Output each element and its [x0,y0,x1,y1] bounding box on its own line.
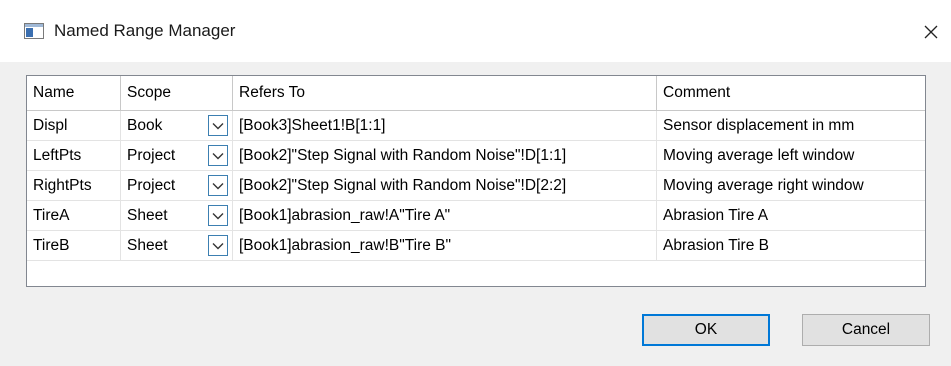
chevron-down-icon [212,212,224,219]
close-icon [924,25,938,39]
scope-dropdown[interactable] [208,145,228,166]
refers-to-cell[interactable]: [Book2]"Step Signal with Random Noise"!D… [233,171,657,201]
close-button[interactable] [911,14,951,50]
cancel-button[interactable]: Cancel [802,314,930,346]
named-range-table: Name Scope Refers To Comment Displ Book … [26,75,926,287]
comment-cell[interactable]: Abrasion Tire A [657,201,925,231]
refers-to-cell[interactable]: [Book1]abrasion_raw!B"Tire B" [233,231,657,261]
refers-to-cell[interactable]: [Book3]Sheet1!B[1:1] [233,111,657,141]
scope-dropdown[interactable] [208,205,228,226]
scope-dropdown[interactable] [208,115,228,136]
name-cell[interactable]: Displ [27,111,121,141]
refers-to-cell[interactable]: [Book1]abrasion_raw!A"Tire A" [233,201,657,231]
column-header-scope[interactable]: Scope [121,76,233,111]
name-cell[interactable]: RightPts [27,171,121,201]
column-header-comment[interactable]: Comment [657,76,925,111]
chevron-down-icon [212,182,224,189]
scope-dropdown[interactable] [208,175,228,196]
scope-cell[interactable]: Project [121,141,233,171]
ok-button[interactable]: OK [642,314,770,346]
name-cell[interactable]: TireA [27,201,121,231]
chevron-down-icon [212,122,224,129]
table-row[interactable]: TireB Sheet [Book1]abrasion_raw!B"Tire B… [27,231,925,261]
name-cell[interactable]: LeftPts [27,141,121,171]
comment-cell[interactable]: Moving average right window [657,171,925,201]
name-cell[interactable]: TireB [27,231,121,261]
scope-cell[interactable]: Project [121,171,233,201]
app-window-icon [24,23,44,39]
column-header-refers-to[interactable]: Refers To [233,76,657,111]
refers-to-cell[interactable]: [Book2]"Step Signal with Random Noise"!D… [233,141,657,171]
column-header-name[interactable]: Name [27,76,121,111]
named-range-manager-dialog: Named Range Manager Name Scope Refers To… [0,0,951,366]
table-row[interactable]: TireA Sheet [Book1]abrasion_raw!A"Tire A… [27,201,925,231]
table-row[interactable]: RightPts Project [Book2]"Step Signal wit… [27,171,925,201]
table-header-row: Name Scope Refers To Comment [27,76,925,111]
comment-cell[interactable]: Abrasion Tire B [657,231,925,261]
table-row[interactable]: Displ Book [Book3]Sheet1!B[1:1] Sensor d… [27,111,925,141]
scope-cell[interactable]: Book [121,111,233,141]
comment-cell[interactable]: Sensor displacement in mm [657,111,925,141]
table-row[interactable]: LeftPts Project [Book2]"Step Signal with… [27,141,925,171]
dialog-title: Named Range Manager [54,21,236,40]
scope-cell[interactable]: Sheet [121,231,233,261]
scope-cell[interactable]: Sheet [121,201,233,231]
chevron-down-icon [212,242,224,249]
chevron-down-icon [212,152,224,159]
comment-cell[interactable]: Moving average left window [657,141,925,171]
scope-dropdown[interactable] [208,235,228,256]
title-bar: Named Range Manager [0,0,951,62]
